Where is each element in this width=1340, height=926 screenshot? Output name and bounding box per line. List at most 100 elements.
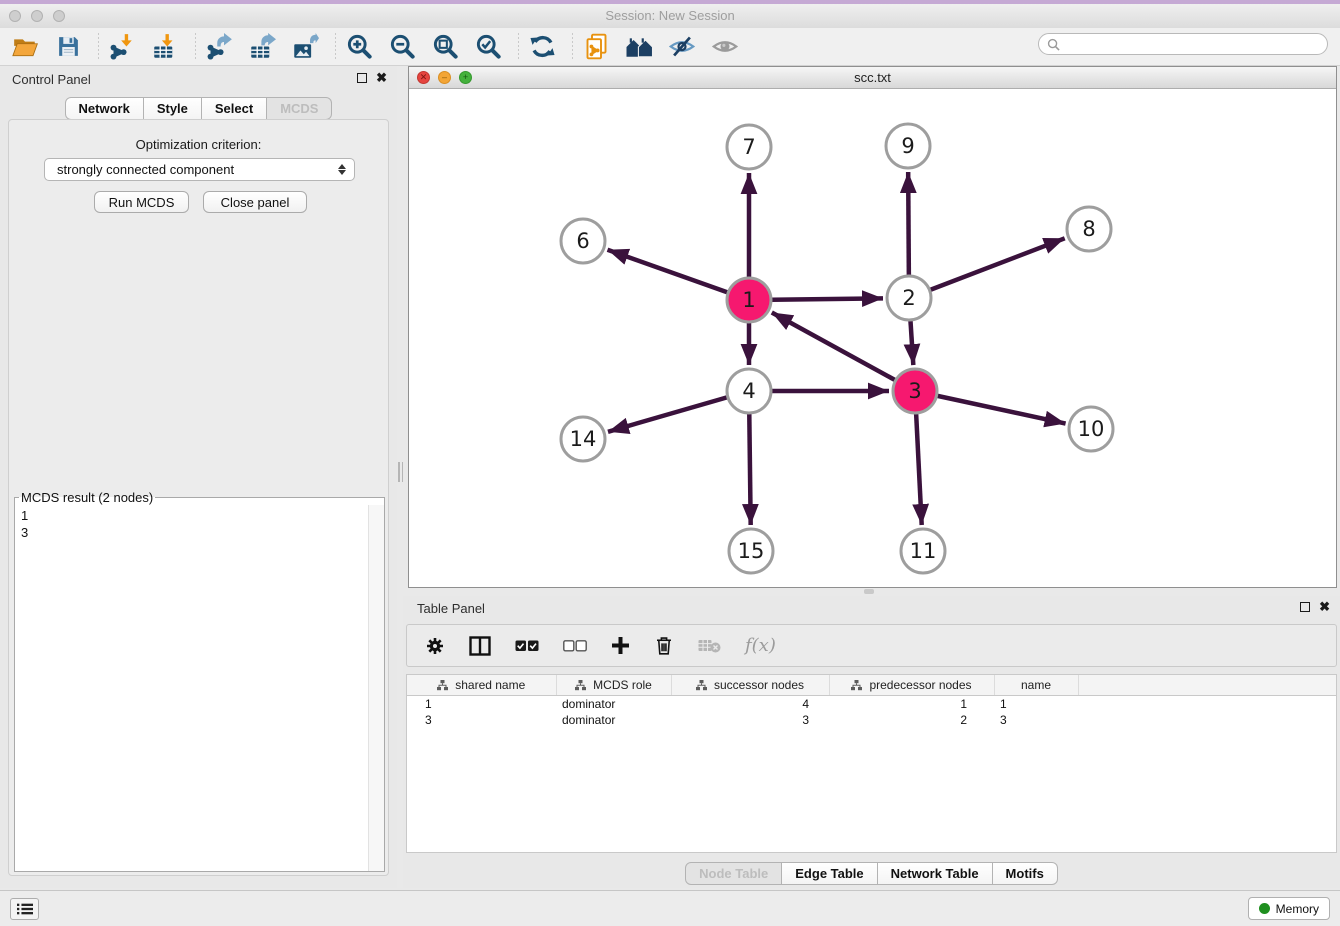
table-cell[interactable]: 3 [671, 712, 829, 728]
tab-edge-table[interactable]: Edge Table [782, 862, 877, 885]
hide-graphics-details-button[interactable] [667, 32, 697, 62]
function-builder-button[interactable]: f(x) [745, 631, 776, 661]
column-header-predecessor-nodes[interactable]: predecessor nodes [829, 675, 994, 696]
memory-button[interactable]: Memory [1248, 897, 1330, 920]
column-header-name[interactable]: name [994, 675, 1078, 696]
import-table-button[interactable] [150, 32, 180, 62]
window-zoom-button[interactable] [53, 10, 65, 22]
table-row[interactable]: 3dominator323 [407, 712, 1336, 728]
delete-table-icon [698, 638, 721, 653]
graph-node-label: 9 [901, 134, 914, 158]
table-panel-tabs: Node TableEdge TableNetwork TableMotifs [403, 862, 1340, 885]
show-graphics-details-button[interactable] [710, 32, 740, 62]
window-close-button[interactable] [9, 10, 21, 22]
table-cell[interactable]: 4 [671, 696, 829, 713]
zoom-selected-button[interactable] [473, 32, 503, 62]
memory-label: Memory [1276, 902, 1319, 916]
tab-network-table[interactable]: Network Table [878, 862, 993, 885]
zoom-out-button[interactable] [387, 32, 417, 62]
float-panel-icon[interactable] [1300, 602, 1310, 612]
tab-node-table[interactable]: Node Table [685, 862, 782, 885]
open-session-button[interactable] [10, 32, 40, 62]
close-panel-icon[interactable]: ✖ [376, 72, 387, 83]
graph-node-3[interactable]: 3 [893, 369, 937, 413]
run-mcds-button[interactable]: Run MCDS [94, 191, 189, 213]
table-cell[interactable]: dominator [556, 712, 671, 728]
graph-node-14[interactable]: 14 [561, 417, 605, 461]
network-minimize-button[interactable]: – [438, 71, 451, 84]
network-maximize-button[interactable]: + [459, 71, 472, 84]
graph-node-2[interactable]: 2 [887, 276, 931, 320]
graph-node-6[interactable]: 6 [561, 219, 605, 263]
table-toolbar: f(x) [406, 624, 1337, 667]
tab-style[interactable]: Style [144, 97, 202, 120]
tab-motifs[interactable]: Motifs [993, 862, 1058, 885]
network-close-button[interactable]: ✕ [417, 71, 430, 84]
delete-table-button[interactable] [698, 631, 721, 661]
table-cell[interactable]: 3 [407, 712, 556, 728]
graph-node-8[interactable]: 8 [1067, 207, 1111, 251]
import-network-icon [109, 33, 136, 60]
graph-edge-2-8[interactable] [909, 238, 1065, 298]
delete-column-button[interactable] [654, 631, 674, 661]
result-scrollbar[interactable] [368, 505, 384, 871]
houses-button[interactable] [624, 32, 654, 62]
tab-mcds[interactable]: MCDS [267, 97, 332, 120]
column-header-successor-nodes[interactable]: successor nodes [671, 675, 829, 696]
search-field[interactable] [1038, 33, 1328, 55]
table-cell[interactable]: 1 [829, 696, 994, 713]
mcds-result-text[interactable]: 1 3 [15, 505, 369, 871]
select-all-checkboxes-button[interactable] [515, 631, 539, 661]
zoom-fit-button[interactable] [430, 32, 460, 62]
deselect-all-checkboxes-button[interactable] [563, 631, 587, 661]
graph-node-10[interactable]: 10 [1069, 407, 1113, 451]
node-table-grid[interactable]: shared nameMCDS rolesuccessor nodesprede… [407, 675, 1336, 728]
column-header-MCDS-role[interactable]: MCDS role [556, 675, 671, 696]
mcds-result-title: MCDS result (2 nodes) [19, 490, 155, 505]
import-network-button[interactable] [107, 32, 137, 62]
graph-node-9[interactable]: 9 [886, 124, 930, 168]
graph-node-label: 3 [908, 379, 921, 403]
table-cell[interactable]: 3 [994, 712, 1078, 728]
graph-node-4[interactable]: 4 [727, 369, 771, 413]
vertical-splitter-handle[interactable] [398, 462, 404, 482]
float-panel-icon[interactable] [357, 73, 367, 83]
table-cell[interactable]: 2 [829, 712, 994, 728]
graph-node-7[interactable]: 7 [727, 125, 771, 169]
column-type-icon [851, 680, 862, 691]
save-session-button[interactable] [53, 32, 83, 62]
gear-button[interactable] [425, 631, 445, 661]
zoom-in-button[interactable] [344, 32, 374, 62]
table-cell[interactable]: 1 [994, 696, 1078, 713]
export-network-button[interactable] [204, 32, 234, 62]
gear-icon [425, 636, 445, 656]
tab-network[interactable]: Network [65, 97, 144, 120]
column-header-shared-name[interactable]: shared name [407, 675, 556, 696]
task-history-button[interactable] [10, 898, 39, 920]
graph-node-1[interactable]: 1 [727, 278, 771, 322]
clone-network-button[interactable] [581, 32, 611, 62]
table-cell[interactable]: dominator [556, 696, 671, 713]
network-canvas[interactable]: 7 9 6 8 1 2 4 3 14 10 15 11 [409, 89, 1336, 587]
table-cell[interactable]: 1 [407, 696, 556, 713]
toolbar-divider [98, 33, 99, 61]
tab-select[interactable]: Select [202, 97, 267, 120]
close-panel-icon[interactable]: ✖ [1319, 601, 1330, 612]
horizontal-splitter-handle[interactable] [864, 589, 874, 594]
optimization-criterion-label: Optimization criterion: [0, 137, 397, 152]
criterion-dropdown[interactable]: strongly connected component [44, 158, 355, 181]
search-input[interactable] [1065, 36, 1327, 52]
export-table-button[interactable] [247, 32, 277, 62]
export-image-button[interactable] [290, 32, 320, 62]
graph-node-11[interactable]: 11 [901, 529, 945, 573]
graph-edge-3-1[interactable] [772, 312, 915, 391]
split-columns-button[interactable] [469, 631, 491, 661]
add-column-button[interactable] [611, 631, 630, 661]
graph-node-15[interactable]: 15 [729, 529, 773, 573]
import-table-icon [152, 33, 179, 60]
table-row[interactable]: 1dominator411 [407, 696, 1336, 713]
close-panel-button[interactable]: Close panel [203, 191, 307, 213]
window-minimize-button[interactable] [31, 10, 43, 22]
refresh-button[interactable] [527, 32, 557, 62]
table-panel-title: Table Panel [417, 601, 485, 616]
